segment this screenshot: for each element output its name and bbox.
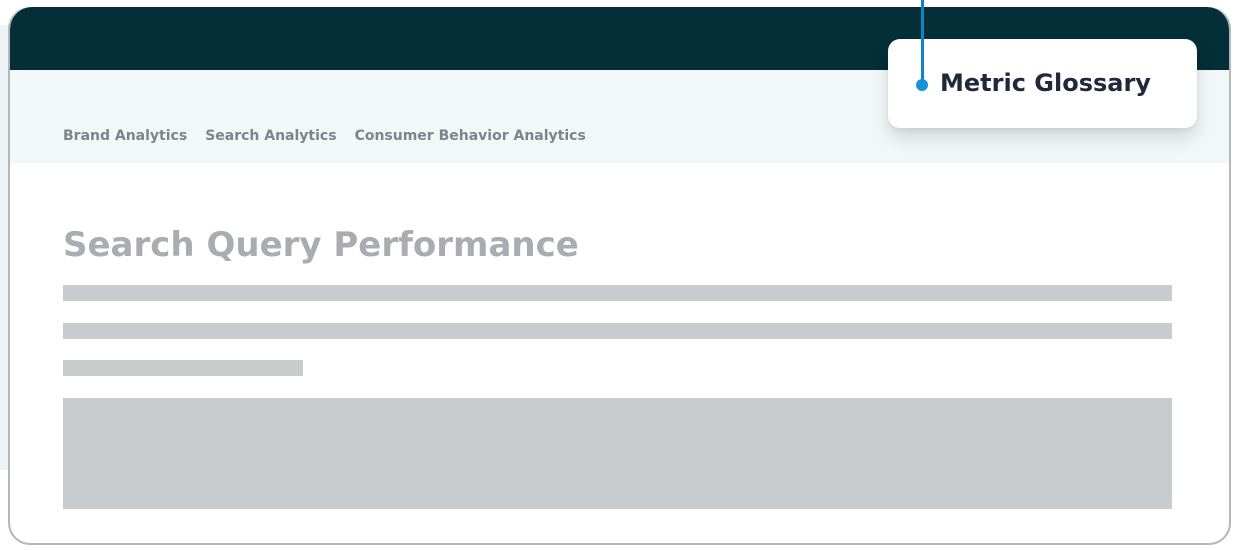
page-title: Search Query Performance bbox=[63, 225, 579, 265]
nav-item-brand-analytics[interactable]: Brand Analytics bbox=[63, 128, 187, 144]
placeholder-line bbox=[63, 323, 1172, 339]
callout-pointer-line bbox=[921, 0, 924, 84]
placeholder-line-short bbox=[63, 360, 303, 376]
metric-glossary-label: Metric Glossary bbox=[940, 69, 1151, 97]
analytics-nav: Brand Analytics Search Analytics Consume… bbox=[63, 128, 586, 144]
placeholder-line bbox=[63, 285, 1172, 301]
placeholder-content-block bbox=[63, 398, 1172, 509]
metric-glossary-callout[interactable]: Metric Glossary bbox=[888, 39, 1197, 128]
pointer-dot-icon bbox=[916, 79, 928, 91]
nav-item-search-analytics[interactable]: Search Analytics bbox=[205, 128, 336, 144]
nav-item-consumer-behavior-analytics[interactable]: Consumer Behavior Analytics bbox=[355, 128, 586, 144]
